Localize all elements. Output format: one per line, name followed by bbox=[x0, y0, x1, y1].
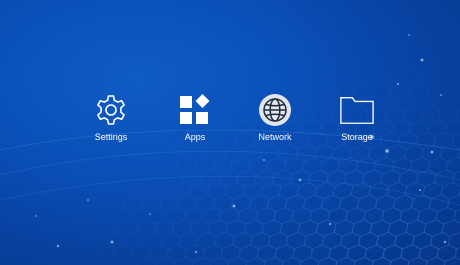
menu-item-apps[interactable]: Apps bbox=[155, 92, 235, 152]
menu-item-label: Settings bbox=[94, 132, 128, 142]
globe-icon bbox=[257, 92, 293, 128]
home-menu: Settings Apps Network Storage bbox=[0, 0, 460, 265]
menu-item-network[interactable]: Network bbox=[235, 92, 315, 152]
menu-item-storage[interactable]: Storage bbox=[317, 92, 397, 152]
apps-grid-icon bbox=[177, 92, 213, 128]
menu-item-label: Storage bbox=[341, 132, 373, 142]
menu-item-settings[interactable]: Settings bbox=[71, 92, 151, 152]
folder-icon bbox=[339, 92, 375, 128]
menu-item-label: Apps bbox=[184, 132, 206, 142]
gear-icon bbox=[93, 92, 129, 128]
menu-item-label: Network bbox=[258, 132, 292, 142]
